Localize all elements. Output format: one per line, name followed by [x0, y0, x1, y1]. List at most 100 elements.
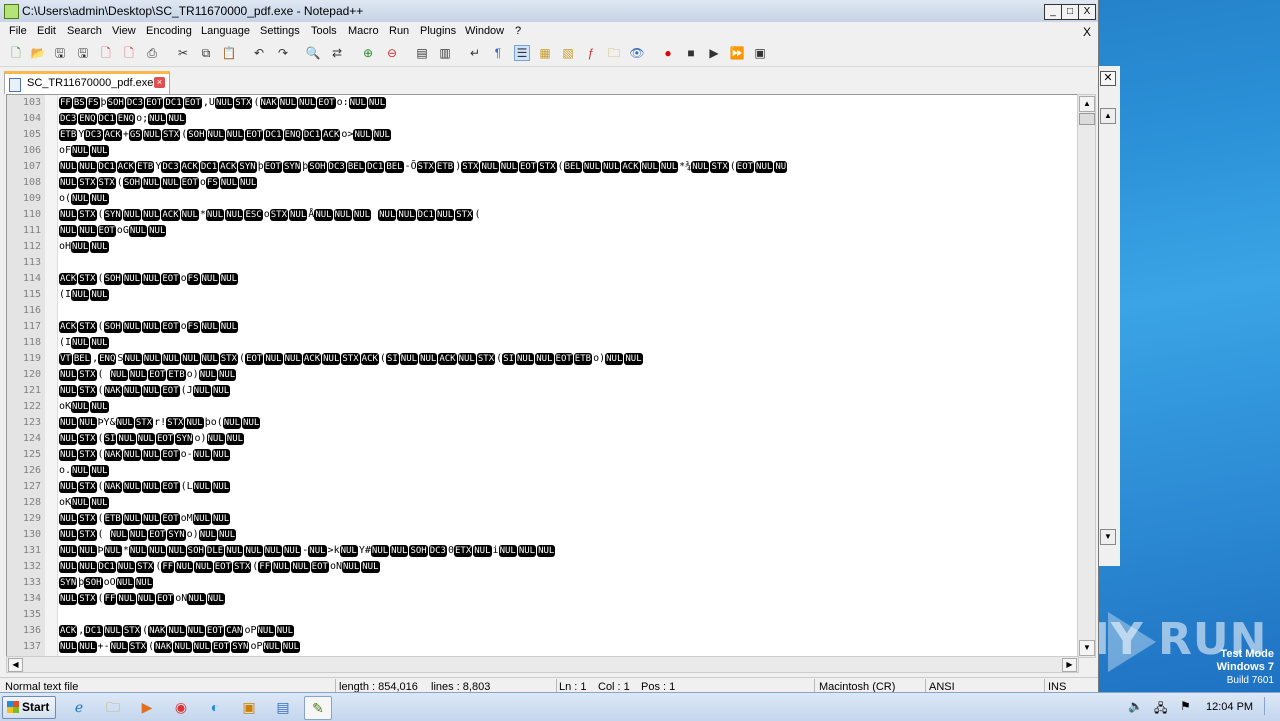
code-line[interactable]: o.NUL NUL [59, 464, 110, 480]
taskbar-clock[interactable]: 12:04 PM [1206, 701, 1253, 713]
menu-run[interactable]: Run [389, 25, 409, 37]
code-line[interactable]: NUL STX STX (SOH NUL NUL EOT oFS NUL NUL [59, 176, 258, 192]
record-macro-icon[interactable]: ● [660, 45, 676, 61]
code-line[interactable]: NUL STX (FF NUL NUL EOT oNNUL NUL [59, 592, 226, 608]
menu-tools[interactable]: Tools [311, 25, 337, 37]
code-line[interactable]: NUL STX (NAK NUL NUL EOT o-NUL NUL [59, 448, 231, 464]
save-macro-icon[interactable]: ▣ [752, 45, 768, 61]
minimize-button[interactable]: _ [1044, 4, 1062, 20]
code-line[interactable]: oFNUL NUL [59, 144, 110, 160]
code-line[interactable]: ACK STX (SOH NUL NUL EOT oFS NUL NUL [59, 272, 239, 288]
doc-map-icon[interactable]: ▧ [560, 45, 576, 61]
menu-settings[interactable]: Settings [260, 25, 300, 37]
code-line[interactable]: NUL STX (SI NUL NUL EOT SYN o)NUL NUL [59, 432, 245, 448]
code-line[interactable]: NUL NUL EOT oGNUL NUL [59, 224, 167, 240]
horizontal-scrollbar[interactable]: ◀ ▶ [6, 656, 1079, 673]
find-icon[interactable]: 🔍 [305, 45, 321, 61]
code-line[interactable]: DC3 ENQ DC1 ENQ o;NUL NUL [59, 112, 187, 128]
vertical-scroll-thumb[interactable] [1079, 113, 1095, 125]
code-line[interactable]: NUL NUL ÞNUL *NUL NUL NUL SOH DLE NUL NUL NUL NUL -N… [59, 544, 556, 560]
code-line[interactable]: NUL STX (NAK NUL NUL EOT (LNUL NUL [59, 480, 231, 496]
code-line[interactable]: ETB YDC3 ACK +GS NUL STX (SOH NUL NUL EOT DC1 ENQ DC… [59, 128, 392, 144]
undo-icon[interactable]: ↶ [251, 45, 267, 61]
title-bar[interactable]: C:\Users\admin\Desktop\SC_TR11670000_pdf… [0, 0, 1098, 23]
close-button[interactable]: X [1078, 4, 1096, 20]
fold-margin[interactable] [45, 95, 58, 657]
user-language-icon[interactable]: ▦ [537, 45, 553, 61]
office-icon[interactable]: ▣ [237, 696, 261, 718]
background-scroll-up-button[interactable]: ▲ [1100, 108, 1116, 124]
volume-icon[interactable]: 🔈 [1128, 699, 1143, 713]
show-desktop-button[interactable] [1264, 697, 1277, 715]
file-explorer-icon[interactable]: 🗀 [101, 696, 125, 718]
word-wrap-icon[interactable]: ↵ [467, 45, 483, 61]
notepad-icon[interactable]: ▤ [271, 696, 295, 718]
document-close-icon[interactable]: X [1083, 25, 1091, 39]
background-scroll-down-button[interactable]: ▼ [1100, 529, 1116, 545]
show-all-characters-icon[interactable]: ¶ [490, 45, 506, 61]
menu-plugins[interactable]: Plugins [420, 25, 456, 37]
code-line[interactable]: NUL STX (SYN NUL NUL ACK NUL *NUL NUL ESC oSTX NUL Å… [59, 208, 481, 224]
scroll-up-icon[interactable]: ▲ [1079, 96, 1095, 112]
zoom-in-icon[interactable]: ⊕ [360, 45, 376, 61]
menu-view[interactable]: View [112, 25, 136, 37]
code-line[interactable]: NUL NUL DC1 NUL STX (FF NUL NUL EOT STX (FF NUL NUL E… [59, 560, 381, 576]
code-line[interactable]: FF BS FS þSOH DC3 EOT DC1 EOT ,UNUL STX (NAK NUL NUL… [59, 96, 387, 112]
code-line[interactable]: (INUL NUL [59, 288, 110, 304]
sync-horizontal-icon[interactable]: ▥ [437, 45, 453, 61]
menu-file[interactable]: File [9, 25, 27, 37]
new-file-icon[interactable]: 🗋 [8, 45, 24, 61]
menu-edit[interactable]: Edit [37, 25, 56, 37]
print-icon[interactable]: ⎙ [144, 45, 160, 61]
code-line[interactable]: o(NUL NUL [59, 192, 110, 208]
folder-workspace-icon[interactable]: 🗀 [606, 45, 622, 61]
close-file-icon[interactable]: 🗋 [98, 45, 114, 61]
code-line[interactable]: oKNUL NUL [59, 400, 110, 416]
code-line[interactable]: ACK STX (SOH NUL NUL EOT oFS NUL NUL [59, 320, 239, 336]
notepadpp-taskbar-icon[interactable]: ✎ [304, 696, 332, 720]
internet-explorer-icon[interactable]: ℯ [67, 696, 91, 718]
tab-close-icon[interactable]: × [154, 77, 165, 88]
vertical-scrollbar[interactable]: ▲ ▼ [1077, 94, 1096, 658]
tab-document[interactable]: SC_TR11670000_pdf.exe × [4, 71, 170, 94]
redo-icon[interactable]: ↷ [275, 45, 291, 61]
maximize-button[interactable]: □ [1061, 4, 1079, 20]
code-line[interactable]: VT BEL ,ENQ SNUL NUL NUL NUL NUL STX (EOT NUL NUL AC… [59, 352, 644, 368]
network-icon[interactable]: 🖧 [1154, 699, 1167, 720]
play-macro-icon[interactable]: ▶ [706, 45, 722, 61]
media-player-icon[interactable]: ▶ [135, 696, 159, 718]
scroll-down-icon[interactable]: ▼ [1079, 640, 1095, 656]
code-line[interactable]: (INUL NUL [59, 336, 110, 352]
cut-icon[interactable]: ✂ [175, 45, 191, 61]
code-line[interactable]: oKNUL NUL [59, 496, 110, 512]
code-line[interactable]: NUL NUL DC1 ACK ETB YDC3 ACK DC1 ACK SYN þEOT SYN þS… [59, 160, 788, 176]
editor-area[interactable]: 103 104 105 106 107 108 109 110 111 112 113 114 115 1… [6, 94, 1078, 658]
function-list-icon[interactable]: ƒ [583, 45, 599, 61]
copy-icon[interactable]: ⧉ [198, 45, 214, 61]
open-file-icon[interactable]: 📂 [30, 45, 46, 61]
stop-macro-icon[interactable]: ■ [683, 45, 699, 61]
code-line[interactable]: NUL STX( NUL NUL EOT ETB o)NUL NUL [59, 368, 237, 384]
save-icon[interactable]: 🖫 [52, 45, 68, 61]
save-all-icon[interactable]: 🖫 [75, 45, 91, 61]
replace-icon[interactable]: ⇄ [329, 45, 345, 61]
chrome-icon[interactable]: ◉ [169, 696, 193, 718]
code-line[interactable]: NUL STX( NUL NUL EOT SYN o)NUL NUL [59, 528, 237, 544]
menu-encoding[interactable]: Encoding [146, 25, 192, 37]
zoom-out-icon[interactable]: ⊖ [384, 45, 400, 61]
code-line[interactable]: NUL STX (NAK NUL NUL EOT (JNUL NUL [59, 384, 231, 400]
edge-icon[interactable]: ◐ [203, 696, 227, 718]
close-all-icon[interactable]: 🗋 [121, 45, 137, 61]
monitoring-icon[interactable]: 👁 [629, 45, 645, 61]
menu-language[interactable]: Language [201, 25, 250, 37]
sync-vertical-icon[interactable]: ▤ [414, 45, 430, 61]
code-line[interactable]: oHNUL NUL [59, 240, 110, 256]
action-center-flag-icon[interactable]: ⚑ [1180, 699, 1191, 713]
menu-macro[interactable]: Macro [348, 25, 379, 37]
scroll-right-icon[interactable]: ▶ [1062, 658, 1077, 672]
run-macro-multiple-icon[interactable]: ⏩ [729, 45, 745, 61]
code-line[interactable]: NUL NUL ÞY&NUL STX r!STX NUL þo(NUL NUL [59, 416, 261, 432]
indent-guide-icon[interactable]: ☰ [514, 45, 530, 61]
code-line[interactable]: NUL STX (ETB NUL NUL EOT oMNUL NUL [59, 512, 231, 528]
code-line[interactable]: SYN þSOH oONUL NUL [59, 576, 154, 592]
